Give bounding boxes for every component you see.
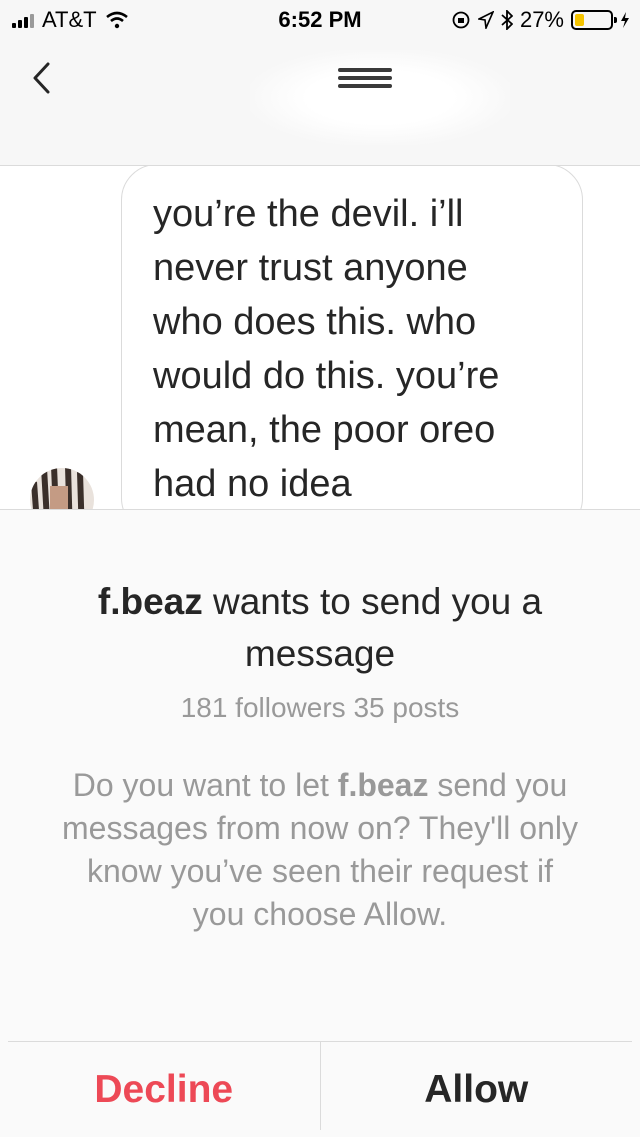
- request-explanation: Do you want to let f.beaz send you messa…: [60, 764, 580, 936]
- sender-avatar[interactable]: [24, 462, 100, 510]
- rotation-lock-icon: [452, 11, 470, 29]
- status-bar: AT&T 6:52 PM 27%: [0, 0, 640, 40]
- message-line: had no idea: [153, 463, 352, 505]
- bluetooth-icon: [501, 10, 513, 30]
- allow-button[interactable]: Allow: [321, 1042, 633, 1130]
- message-line: mean, the poor oreo: [153, 409, 496, 451]
- battery-icon: [571, 10, 617, 30]
- message-bubble: you’re the devil. i’ll never trust anyon…: [121, 166, 583, 510]
- redacted-profile-icon: [338, 64, 392, 98]
- charging-icon: [621, 12, 629, 28]
- message-line: would do this. you’re: [153, 355, 500, 397]
- message-line: who does this. who: [153, 301, 477, 343]
- request-actions: Decline Allow: [8, 1041, 632, 1130]
- back-button[interactable]: [24, 58, 64, 98]
- message-line: you’re the devil. i’ll: [153, 193, 464, 235]
- explanation-username: f.beaz: [337, 767, 429, 803]
- status-right: 27%: [451, 7, 630, 33]
- request-headline: f.beaz wants to send you a message: [40, 576, 600, 680]
- decline-button[interactable]: Decline: [8, 1042, 321, 1130]
- battery-percent: 27%: [519, 7, 564, 32]
- conversation-header: [0, 40, 640, 166]
- location-icon: [477, 11, 494, 29]
- sender-stats: 181 followers 35 posts: [180, 692, 460, 723]
- chat-area: you’re the devil. i’ll never trust anyon…: [0, 166, 640, 510]
- request-headline-text: wants to send you a message: [202, 581, 543, 674]
- message-text: you’re the devil. i’ll never trust anyon…: [153, 187, 554, 510]
- message-request-sheet: f.beaz wants to send you a message 181 f…: [0, 509, 640, 1137]
- explanation-prefix: Do you want to let: [72, 767, 338, 803]
- message-line: never trust anyone: [153, 247, 468, 289]
- request-username[interactable]: f.beaz: [98, 581, 203, 622]
